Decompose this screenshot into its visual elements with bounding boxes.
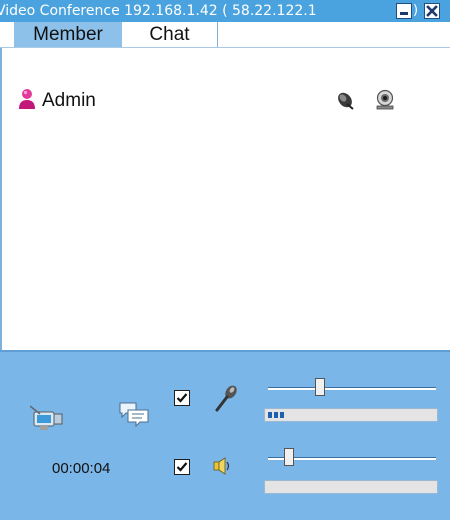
close-icon: [426, 5, 438, 17]
tab-member[interactable]: Member: [14, 22, 122, 48]
close-button[interactable]: [424, 3, 440, 19]
mic-volume-track[interactable]: [268, 387, 436, 390]
speaker-volume-slider[interactable]: [283, 448, 294, 466]
member-list[interactable]: Admin: [0, 48, 450, 350]
title-separator: ): [413, 3, 419, 18]
video-conference-window: Video Conference 192.168.1.42 ( 58.22.12…: [0, 0, 450, 520]
checkmark-icon: [176, 462, 188, 472]
member-name: Admin: [42, 90, 96, 111]
speaker-enable-checkbox[interactable]: [174, 459, 190, 475]
title-bar[interactable]: Video Conference 192.168.1.42 ( 58.22.12…: [0, 0, 450, 22]
mic-volume-slider[interactable]: [315, 378, 326, 396]
mic-level-meter: [264, 408, 438, 422]
list-item[interactable]: Admin: [2, 88, 442, 114]
checkmark-icon: [176, 393, 188, 403]
user-icon: [19, 89, 35, 109]
webcam-icon[interactable]: [374, 89, 396, 111]
mic-enable-checkbox[interactable]: [174, 390, 190, 406]
video-device-icon[interactable]: [30, 404, 64, 434]
window-title: Video Conference 192.168.1.42 ( 58.22.12…: [0, 3, 317, 19]
tab-bar: Member Chat: [0, 22, 450, 48]
speaker-level-meter: [264, 480, 438, 494]
chat-bubbles-icon[interactable]: [118, 400, 150, 428]
microphone-status-icon[interactable]: [334, 90, 356, 110]
call-timer: 00:00:04: [52, 460, 111, 477]
speaker-icon: [213, 457, 230, 475]
microphone-icon: [215, 385, 237, 412]
mic-level-fill: [268, 412, 285, 418]
minimize-button[interactable]: [396, 3, 412, 19]
tab-chat[interactable]: Chat: [122, 22, 218, 48]
control-panel: 00:00:04: [0, 350, 450, 520]
